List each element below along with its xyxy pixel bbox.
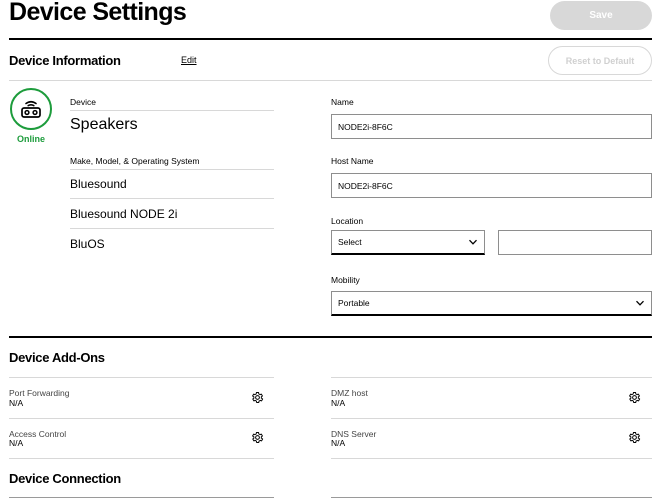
location-select-value: Select bbox=[338, 237, 362, 247]
make-value: Bluesound bbox=[70, 177, 127, 191]
device-add-ons-title: Device Add-Ons bbox=[9, 350, 105, 365]
dns-server-value: N/A bbox=[331, 438, 346, 448]
name-input[interactable] bbox=[331, 114, 652, 139]
model-value: Bluesound NODE 2i bbox=[70, 207, 178, 221]
online-status: Online bbox=[16, 134, 45, 144]
mobility-select-value: Portable bbox=[338, 298, 370, 308]
header-divider bbox=[9, 38, 652, 40]
device-status-circle bbox=[10, 88, 52, 130]
divider bbox=[70, 228, 274, 229]
save-button[interactable]: Save bbox=[550, 1, 652, 30]
chevron-down-icon bbox=[469, 239, 477, 245]
location-label: Location bbox=[331, 216, 364, 226]
mobility-label: Mobility bbox=[331, 275, 360, 285]
os-value: BluOS bbox=[70, 237, 105, 251]
port-forwarding-label: Port Forwarding bbox=[9, 388, 70, 398]
gear-icon[interactable] bbox=[251, 431, 264, 444]
dmz-host-value: N/A bbox=[331, 398, 346, 408]
location-extra-input[interactable] bbox=[498, 230, 652, 255]
host-name-label: Host Name bbox=[331, 156, 374, 166]
reset-to-default-button[interactable]: Reset to Default bbox=[548, 46, 652, 75]
make-model-os-label: Make, Model, & Operating System bbox=[70, 156, 200, 166]
divider bbox=[9, 418, 274, 419]
chevron-down-icon bbox=[636, 300, 644, 306]
port-forwarding-value: N/A bbox=[9, 398, 24, 408]
device-label: Device bbox=[70, 97, 96, 107]
gear-icon[interactable] bbox=[628, 391, 641, 404]
divider bbox=[331, 377, 652, 378]
divider bbox=[9, 497, 274, 498]
divider bbox=[9, 377, 274, 378]
section-divider bbox=[9, 80, 652, 81]
access-control-value: N/A bbox=[9, 438, 24, 448]
speaker-icon bbox=[21, 100, 41, 118]
divider bbox=[331, 418, 652, 419]
mobility-select[interactable]: Portable bbox=[331, 291, 652, 316]
dmz-host-label: DMZ host bbox=[331, 388, 368, 398]
divider bbox=[331, 497, 652, 498]
name-label: Name bbox=[331, 97, 354, 107]
device-connection-title: Device Connection bbox=[9, 471, 121, 486]
device-value: Speakers bbox=[70, 116, 138, 133]
location-select[interactable]: Select bbox=[331, 230, 485, 255]
gear-icon[interactable] bbox=[628, 431, 641, 444]
divider bbox=[70, 169, 274, 170]
device-information-title: Device Information bbox=[9, 53, 121, 68]
page-title: Device Settings bbox=[9, 0, 187, 26]
divider bbox=[70, 198, 274, 199]
host-name-input[interactable] bbox=[331, 173, 652, 198]
divider bbox=[70, 110, 274, 111]
divider bbox=[331, 458, 652, 459]
addons-divider bbox=[9, 336, 652, 338]
edit-link[interactable]: Edit bbox=[181, 55, 197, 65]
divider bbox=[9, 458, 274, 459]
gear-icon[interactable] bbox=[251, 391, 264, 404]
